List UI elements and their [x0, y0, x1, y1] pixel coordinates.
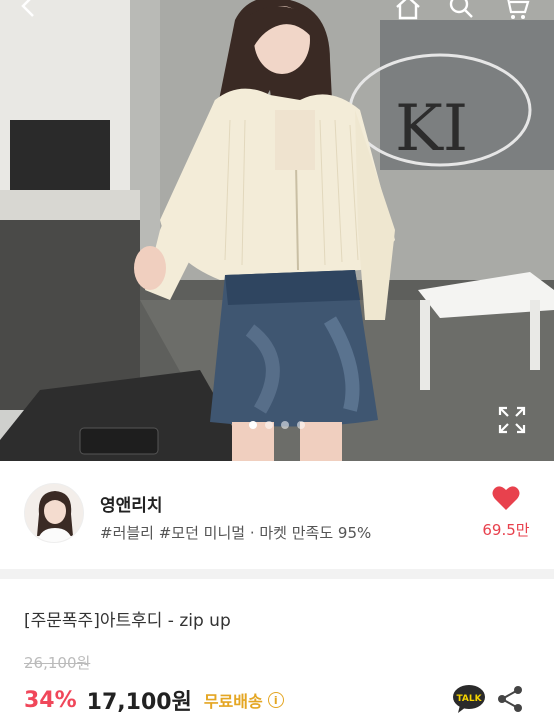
product-photo-illustration: KI	[0, 0, 554, 461]
product-title: [주문폭주]아트후디 - zip up	[24, 611, 231, 631]
talk-chat-icon: TALK	[453, 685, 485, 713]
talk-label: TALK	[456, 694, 482, 704]
home-button[interactable]	[394, 0, 428, 26]
search-icon	[449, 0, 473, 18]
home-icon	[396, 0, 420, 20]
carousel-dot[interactable]	[265, 421, 273, 429]
seller-tags: #러블리 #모던 미니멀 · 마켓 만족도 95%	[100, 524, 372, 542]
seller-row[interactable]: 영앤리치 #러블리 #모던 미니멀 · 마켓 만족도 95% 69.5만	[0, 461, 554, 569]
fullscreen-button[interactable]	[496, 404, 528, 436]
free-shipping-label: 무료배송	[203, 692, 263, 711]
cart-icon	[507, 0, 530, 19]
back-arrow-icon	[21, 0, 34, 17]
share-button[interactable]	[496, 684, 524, 714]
carousel-dot[interactable]	[281, 421, 289, 429]
like-button[interactable]: 69.5만	[476, 485, 536, 540]
heart-icon	[492, 486, 520, 510]
seller-name[interactable]: 영앤리치	[100, 491, 163, 516]
discount-rate: 34%	[24, 687, 77, 713]
carousel-indicator	[0, 421, 554, 429]
share-icon	[498, 686, 522, 712]
expand-icon	[498, 406, 526, 434]
kakao-talk-button[interactable]: TALK	[452, 684, 486, 714]
image-top-bar	[0, 0, 554, 26]
original-price: 26,100원	[24, 654, 91, 672]
price-row: 34% 17,100원 무료배송 i	[24, 684, 284, 716]
carousel-dot[interactable]	[297, 421, 305, 429]
seller-avatar-image	[25, 484, 83, 542]
cart-button[interactable]	[502, 0, 536, 26]
back-button[interactable]	[18, 0, 52, 26]
section-divider	[0, 569, 554, 579]
sale-price: 17,100원	[86, 690, 192, 715]
carousel-dot-active[interactable]	[249, 421, 257, 429]
search-button[interactable]	[448, 0, 482, 26]
info-icon[interactable]: i	[267, 692, 284, 708]
like-count: 69.5만	[482, 521, 530, 539]
svg-text:KI: KI	[395, 92, 468, 166]
product-image[interactable]: KI	[0, 0, 554, 461]
seller-avatar[interactable]	[24, 483, 84, 543]
